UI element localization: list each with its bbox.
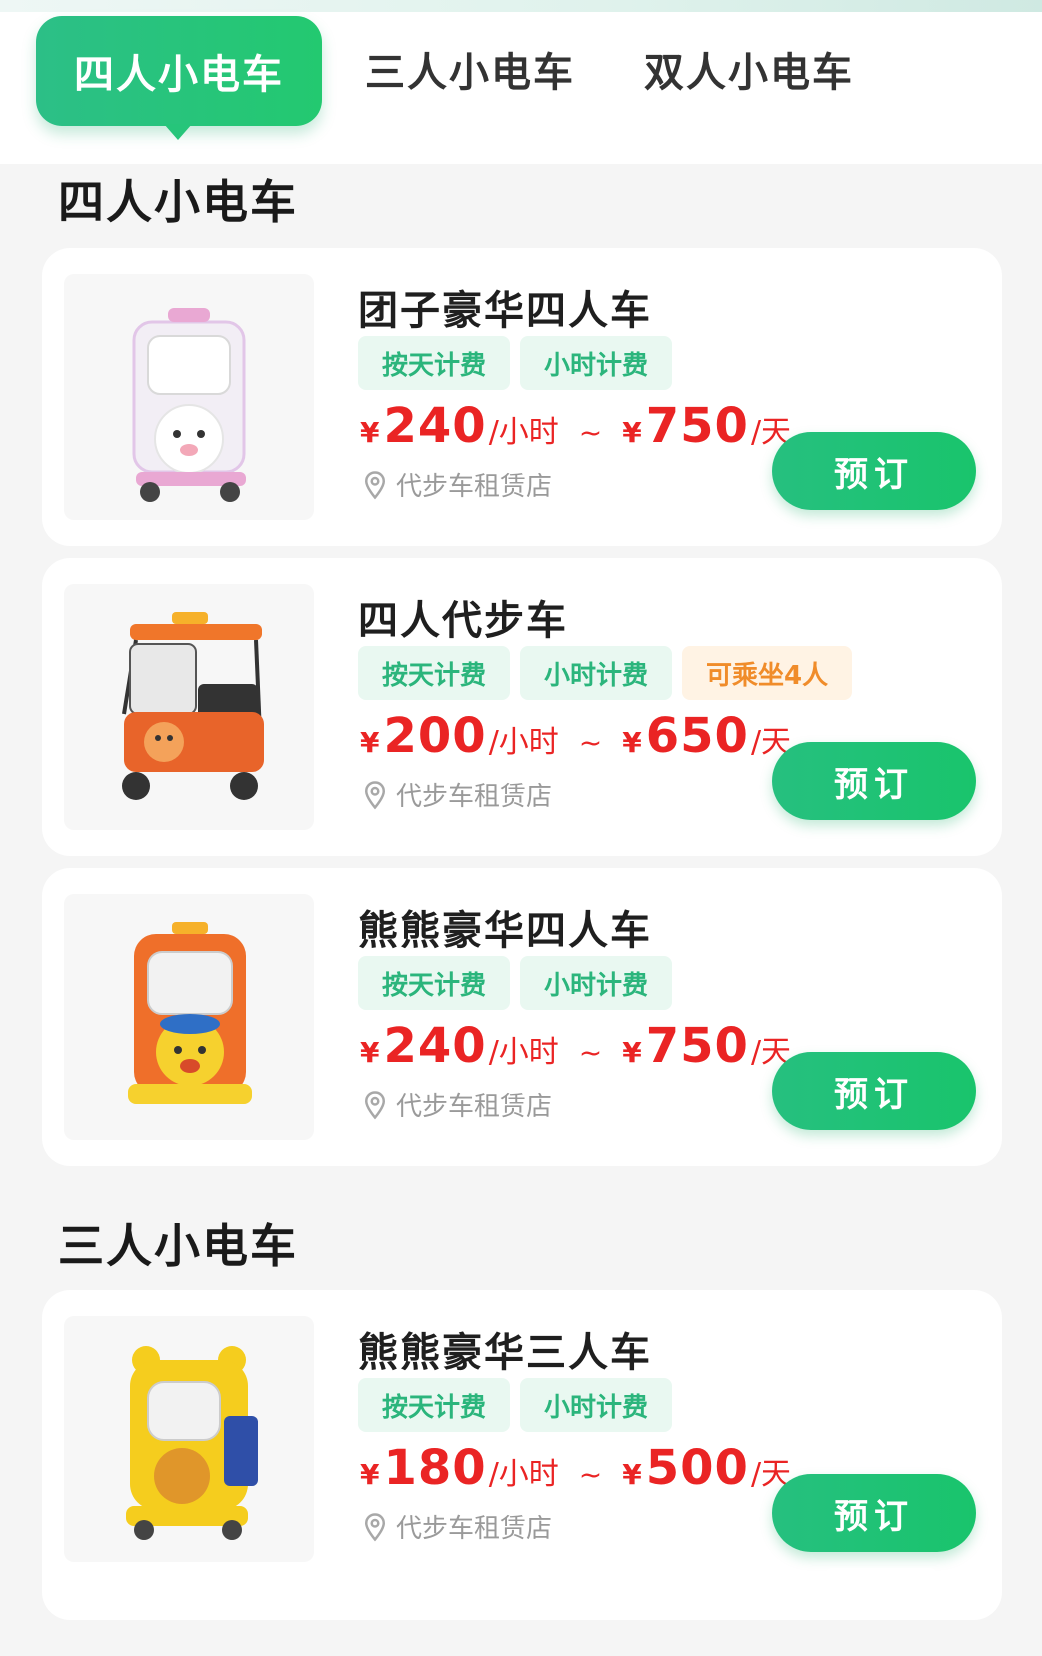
- location-pin-icon: [364, 780, 386, 809]
- watermark-overlay: [826, 1568, 936, 1594]
- product-card[interactable]: 熊熊豪华三人车 按天计费 小时计费 ¥ 180 /小时 ~ ¥ 500 /天 代…: [42, 1290, 1002, 1620]
- price-range: ¥ 240 /小时 ~ ¥ 750 /天: [360, 1018, 791, 1074]
- store-location[interactable]: 代步车租赁店: [360, 776, 552, 813]
- book-button[interactable]: 预订: [772, 1474, 976, 1552]
- location-pin-icon: [364, 470, 386, 499]
- tag-row: 按天计费 小时计费: [358, 1378, 673, 1432]
- store-location[interactable]: 代步车租赁店: [360, 466, 552, 503]
- yen-symbol: ¥: [622, 726, 642, 759]
- price-hour: 200: [383, 708, 487, 764]
- product-card[interactable]: 团子豪华四人车 按天计费 小时计费 ¥ 240 /小时 ~ ¥ 750 /天 代…: [42, 248, 1002, 546]
- range-tilde: ~: [578, 416, 603, 449]
- store-location[interactable]: 代步车租赁店: [360, 1508, 552, 1545]
- unit-hour: /小时: [488, 1035, 559, 1070]
- tag-daily-billing: 按天计费: [358, 646, 511, 700]
- section-title-four-seat: 四人小电车: [58, 175, 298, 229]
- yen-symbol: ¥: [622, 1458, 642, 1491]
- tag-hourly-billing: 小时计费: [520, 646, 673, 700]
- tab-two-seat[interactable]: 双人小电车: [644, 12, 854, 126]
- orange-buggy-image: [64, 584, 314, 830]
- unit-hour: /小时: [488, 415, 559, 450]
- product-name: 熊熊豪华三人车: [358, 1330, 652, 1376]
- yen-symbol: ¥: [622, 416, 642, 449]
- tag-capacity: 可乘坐4人: [682, 646, 853, 700]
- yen-symbol: ¥: [360, 726, 380, 759]
- tab-four-seat[interactable]: 四人小电车: [36, 16, 322, 140]
- tab-three-seat[interactable]: 三人小电车: [360, 12, 580, 126]
- category-tab-bar: 四人小电车 三人小电车 双人小电车: [0, 12, 1042, 164]
- store-location[interactable]: 代步车租赁店: [360, 1086, 552, 1123]
- product-name: 团子豪华四人车: [358, 288, 652, 334]
- unit-hour: /小时: [488, 725, 559, 760]
- tag-hourly-billing: 小时计费: [520, 956, 673, 1010]
- price-hour: 240: [383, 1018, 487, 1074]
- price-day: 750: [645, 1018, 749, 1074]
- price-range: ¥ 180 /小时 ~ ¥ 500 /天: [360, 1440, 791, 1496]
- range-tilde: ~: [578, 1458, 603, 1491]
- book-button[interactable]: 预订: [772, 432, 976, 510]
- product-card[interactable]: 四人代步车 按天计费 小时计费 可乘坐4人 ¥ 200 /小时 ~ ¥ 650 …: [42, 558, 1002, 856]
- tag-daily-billing: 按天计费: [358, 1378, 511, 1432]
- price-hour: 180: [383, 1440, 487, 1496]
- orange-bear-cart-image: [64, 894, 314, 1140]
- tag-daily-billing: 按天计费: [358, 336, 511, 390]
- tag-hourly-billing: 小时计费: [520, 336, 673, 390]
- product-name: 四人代步车: [358, 598, 568, 644]
- top-banner-strip: [0, 0, 1042, 12]
- pink-bear-cart-image: [64, 274, 314, 520]
- unit-hour: /小时: [488, 1457, 559, 1492]
- tag-hourly-billing: 小时计费: [520, 1378, 673, 1432]
- price-day: 750: [645, 398, 749, 454]
- store-name: 代步车租赁店: [396, 1092, 553, 1122]
- yen-symbol: ¥: [360, 1458, 380, 1491]
- yellow-bear-cart-image: [64, 1316, 314, 1562]
- tag-row: 按天计费 小时计费: [358, 956, 673, 1010]
- yen-symbol: ¥: [622, 1036, 642, 1069]
- tag-row: 按天计费 小时计费 可乘坐4人: [358, 646, 853, 700]
- book-button[interactable]: 预订: [772, 1052, 976, 1130]
- product-name: 熊熊豪华四人车: [358, 908, 652, 954]
- store-name: 代步车租赁店: [396, 782, 553, 812]
- price-day: 650: [645, 708, 749, 764]
- yen-symbol: ¥: [360, 1036, 380, 1069]
- store-name: 代步车租赁店: [396, 472, 553, 502]
- price-day: 500: [645, 1440, 749, 1496]
- location-pin-icon: [364, 1090, 386, 1119]
- product-card[interactable]: 熊熊豪华四人车 按天计费 小时计费 ¥ 240 /小时 ~ ¥ 750 /天 代…: [42, 868, 1002, 1166]
- tag-row: 按天计费 小时计费: [358, 336, 673, 390]
- tag-daily-billing: 按天计费: [358, 956, 511, 1010]
- location-pin-icon: [364, 1512, 386, 1541]
- price-hour: 240: [383, 398, 487, 454]
- yen-symbol: ¥: [360, 416, 380, 449]
- range-tilde: ~: [578, 726, 603, 759]
- range-tilde: ~: [578, 1036, 603, 1069]
- section-title-three-seat: 三人小电车: [58, 1219, 298, 1273]
- book-button[interactable]: 预订: [772, 742, 976, 820]
- price-range: ¥ 240 /小时 ~ ¥ 750 /天: [360, 398, 791, 454]
- store-name: 代步车租赁店: [396, 1514, 553, 1544]
- price-range: ¥ 200 /小时 ~ ¥ 650 /天: [360, 708, 791, 764]
